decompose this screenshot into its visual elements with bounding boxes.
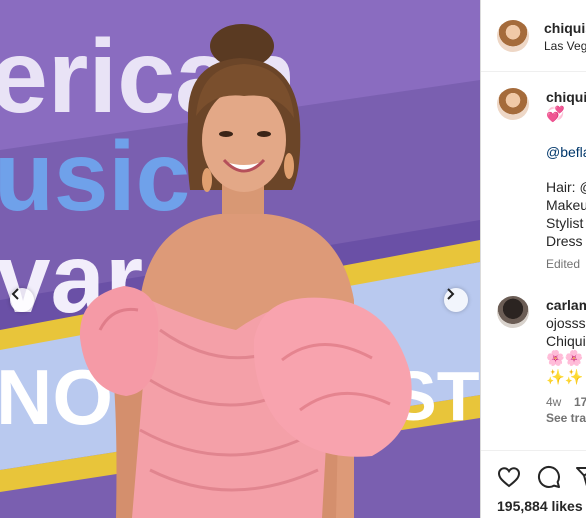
caption-avatar[interactable] — [497, 88, 529, 120]
instagram-post: erican usic vard NOC STR — [0, 0, 586, 518]
comment-icon[interactable] — [537, 465, 561, 489]
post-sidebar: chiquis Las Vegas chiquis 💞 @befla Hair:… — [480, 0, 586, 518]
comment-line-2: Chiqui — [546, 333, 586, 349]
comment-emoji-1: 🌸🌸 — [546, 350, 584, 367]
share-icon[interactable] — [575, 465, 586, 489]
comment-likes[interactable]: 17 — [574, 395, 586, 409]
author-avatar[interactable] — [497, 20, 529, 52]
caption-credit-stylist: Stylist — [546, 215, 584, 231]
caption-mention[interactable]: @befla — [546, 143, 586, 161]
caption-username[interactable]: chiquis — [546, 89, 586, 105]
heart-icon[interactable] — [497, 465, 521, 489]
author-location[interactable]: Las Vegas — [544, 39, 586, 53]
next-photo-button[interactable] — [444, 288, 468, 312]
caption-credit-makeup: Makeu — [546, 197, 586, 213]
caption-credit-dress: Dress — [546, 233, 583, 249]
comment-time[interactable]: 4w — [546, 395, 561, 409]
comment-line-1: ojosss — [546, 315, 586, 331]
commenter-username[interactable]: carlam — [546, 297, 586, 313]
previous-photo-button[interactable] — [10, 288, 34, 312]
edited-label: Edited — [546, 257, 581, 271]
chevron-right-icon — [447, 288, 455, 300]
post-header: chiquis Las Vegas — [481, 0, 586, 72]
post-photo: erican usic vard NOC STR — [0, 0, 480, 518]
commenter-avatar[interactable] — [497, 296, 529, 328]
likes-count[interactable]: 195,884 likes — [497, 498, 583, 514]
post-media[interactable]: erican usic vard NOC STR — [0, 0, 480, 518]
see-translation-link[interactable]: See tra — [546, 411, 586, 425]
caption-credit-hair: Hair: @ — [546, 179, 586, 195]
backdrop-text-2: usic — [0, 121, 190, 231]
author-username[interactable]: chiquis — [544, 20, 586, 36]
caption-emoji: 💞 — [546, 106, 565, 123]
chevron-left-icon — [11, 288, 19, 300]
comment-emoji-2: ✨✨ — [546, 369, 584, 386]
